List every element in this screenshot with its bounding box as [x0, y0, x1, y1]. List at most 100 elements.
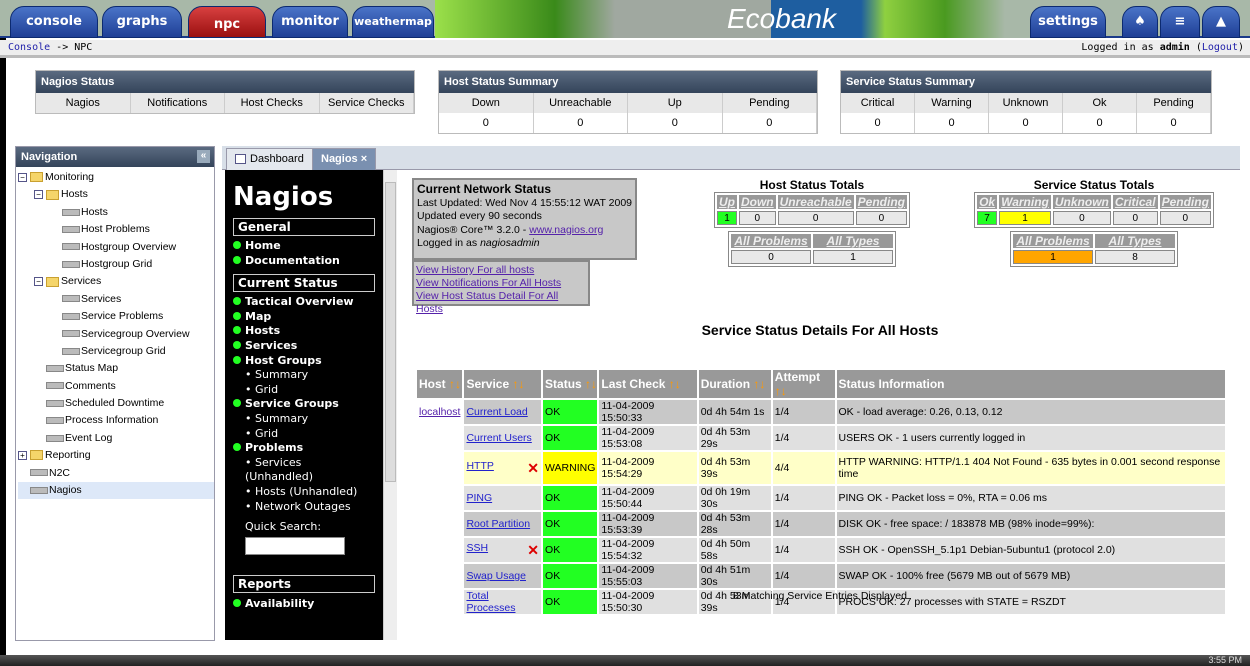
tab-npc[interactable]: npc [188, 6, 266, 38]
nav-item-comments[interactable]: Comments [18, 378, 214, 395]
totals-link[interactable]: All Types [813, 234, 893, 248]
tab-graphs[interactable]: graphs [102, 6, 182, 38]
nav-item-services[interactable]: − Services [18, 273, 214, 290]
sort-arrows-icon[interactable]: ↑↓ [665, 377, 681, 391]
page-icon [62, 225, 80, 233]
view-history-link[interactable]: View History For all hosts [416, 264, 534, 276]
host-link[interactable]: localhost [419, 406, 460, 418]
tab-monitor[interactable]: monitor [272, 6, 348, 38]
nav-item-services[interactable]: Services [18, 291, 214, 308]
sidebar-link[interactable]: • Grid [225, 427, 383, 442]
sidebar-link[interactable]: Hosts [225, 324, 383, 339]
sort-arrows-icon[interactable]: ↑↓ [582, 377, 597, 391]
sidebar-link[interactable]: • Summary [225, 412, 383, 427]
sidebar-link[interactable]: Service Groups [225, 397, 383, 412]
nav-item-hosts[interactable]: Hosts [18, 204, 214, 221]
sidebar-link[interactable]: Documentation [225, 254, 383, 269]
breadcrumb-console-link[interactable]: Console [8, 42, 50, 53]
status-column: Host Checks [225, 93, 320, 113]
graph-icon[interactable]: ▲ [1202, 6, 1240, 38]
nav-item-service-problems[interactable]: Service Problems [18, 308, 214, 325]
column-header[interactable]: Service ↑↓ [464, 370, 542, 398]
sort-arrows-icon[interactable]: ↑↓ [446, 377, 461, 391]
view-notifications-link[interactable]: View Notifications For All Hosts [416, 277, 561, 289]
nagios-org-link[interactable]: www.nagios.org [529, 224, 603, 236]
collapse-icon[interactable]: « [197, 150, 210, 163]
tab-nagios[interactable]: Nagios × [312, 148, 377, 170]
sort-arrows-icon[interactable]: ↑↓ [750, 377, 765, 391]
service-link[interactable]: Current Load [466, 406, 527, 418]
nav-item-hostgroup-grid[interactable]: Hostgroup Grid [18, 256, 214, 273]
totals-link[interactable]: All Problems [1013, 234, 1093, 248]
nav-item-servicegroup-overview[interactable]: Servicegroup Overview [18, 326, 214, 343]
tab-dashboard[interactable]: Dashboard [226, 148, 313, 170]
totals-link[interactable]: Pending [1159, 195, 1211, 209]
tab-console[interactable]: console [10, 6, 98, 38]
sort-arrows-icon[interactable]: ↑↓ [509, 377, 524, 391]
column-header[interactable]: Status ↑↓ [543, 370, 598, 398]
sidebar-link[interactable]: • Network Outages [225, 500, 383, 515]
column-header[interactable]: Host ↑↓ [417, 370, 463, 398]
totals-link[interactable]: Critical [1112, 195, 1158, 209]
cell-att: 4/4 [772, 452, 835, 484]
sidebar-link[interactable]: Services [225, 339, 383, 354]
nav-item-nagios[interactable]: Nagios [18, 482, 214, 500]
tree-icon[interactable]: ♠ [1122, 6, 1158, 38]
nav-item-hostgroup-overview[interactable]: Hostgroup Overview [18, 239, 214, 256]
sidebar-scrollbar[interactable] [383, 170, 397, 640]
service-link[interactable]: PING [466, 492, 492, 504]
totals-link[interactable]: Ok [977, 195, 998, 209]
collapse-node-icon[interactable]: − [34, 190, 43, 200]
totals-link[interactable]: All Problems [731, 234, 811, 248]
nav-item-monitoring[interactable]: − Monitoring [18, 169, 214, 186]
nav-item-event-log[interactable]: Event Log [18, 430, 214, 447]
close-icon[interactable]: × [361, 153, 367, 165]
service-link[interactable]: Swap Usage [466, 570, 526, 582]
sidebar-link[interactable]: Home [225, 239, 383, 254]
column-header[interactable]: Duration ↑↓ [698, 370, 771, 398]
sidebar-link[interactable]: (Unhandled) [225, 470, 383, 485]
totals-link[interactable]: Down [738, 195, 776, 209]
sidebar-link[interactable]: Problems [225, 441, 383, 456]
collapse-node-icon[interactable]: − [18, 172, 27, 182]
column-header[interactable]: Attempt ↑↓ [772, 370, 835, 398]
sidebar-link[interactable]: • Summary [225, 368, 383, 383]
nav-item-n2c[interactable]: N2C [18, 465, 214, 482]
totals-link[interactable]: Unreachable [777, 195, 854, 209]
totals-link[interactable]: Unknown [1052, 195, 1111, 209]
sidebar-link[interactable]: Availability [225, 597, 383, 612]
service-link[interactable]: Root Partition [466, 518, 530, 530]
nav-item-status-map[interactable]: Status Map [18, 360, 214, 377]
totals-link[interactable]: Pending [855, 195, 908, 209]
expand-node-icon[interactable]: + [18, 450, 27, 460]
collapse-node-icon[interactable]: − [34, 277, 43, 287]
tab-weathermap[interactable]: weathermap [352, 6, 434, 38]
column-header[interactable]: Status Information [836, 370, 1225, 398]
status-dot-icon [233, 241, 241, 249]
totals-link[interactable]: Warning [999, 195, 1051, 209]
nav-item-servicegroup-grid[interactable]: Servicegroup Grid [18, 343, 214, 360]
nav-item-process-information[interactable]: Process Information [18, 412, 214, 429]
list-icon[interactable]: ≡ [1160, 6, 1200, 38]
totals-link[interactable]: All Types [1095, 234, 1175, 248]
nav-item-reporting[interactable]: + Reporting [18, 447, 214, 464]
column-header[interactable]: Last Check ↑↓ [599, 370, 697, 398]
sort-arrows-icon[interactable]: ↑↓ [775, 384, 787, 398]
tab-settings[interactable]: settings [1030, 6, 1106, 38]
sidebar-link[interactable]: Host Groups [225, 354, 383, 369]
sidebar-link[interactable]: • Grid [225, 383, 383, 398]
nav-item-host-problems[interactable]: Host Problems [18, 221, 214, 238]
sidebar-link[interactable]: Map [225, 310, 383, 325]
nav-item-scheduled-downtime[interactable]: Scheduled Downtime [18, 395, 214, 412]
service-link[interactable]: HTTP [466, 460, 493, 472]
quick-search-input[interactable] [245, 537, 345, 556]
service-link[interactable]: Current Users [466, 432, 531, 444]
sidebar-link[interactable]: • Services [225, 456, 383, 471]
logout-link[interactable]: Logout [1202, 42, 1238, 53]
view-host-detail-link[interactable]: View Host Status Detail For All Hosts [416, 290, 558, 315]
nav-item-hosts[interactable]: − Hosts [18, 186, 214, 203]
service-link[interactable]: SSH [466, 542, 488, 554]
totals-link[interactable]: Up [716, 195, 737, 209]
sidebar-link[interactable]: Tactical Overview [225, 295, 383, 310]
sidebar-link[interactable]: • Hosts (Unhandled) [225, 485, 383, 500]
